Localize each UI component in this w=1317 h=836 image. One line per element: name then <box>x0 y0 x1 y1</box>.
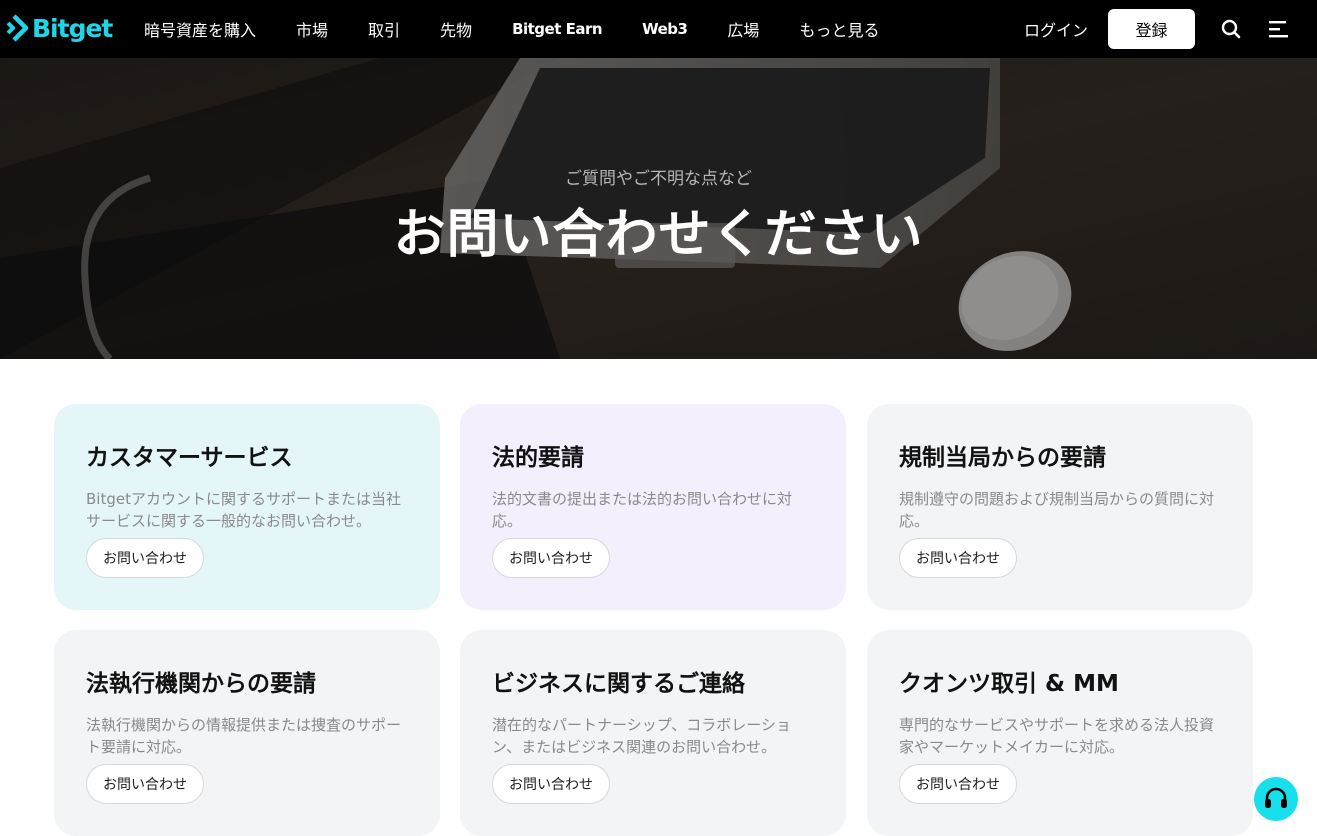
search-icon <box>1221 19 1241 39</box>
card-description: 規制遵守の問題および規制当局からの質問に対応。 <box>899 490 1215 530</box>
contact-button[interactable]: お問い合わせ <box>899 764 1017 804</box>
nav-square[interactable]: 広場 <box>727 17 759 41</box>
logo-text: Bitget <box>32 13 113 43</box>
card-title: 法執行機関からの要請 <box>86 671 316 697</box>
bitget-logo-icon <box>6 14 29 42</box>
nav-futures[interactable]: 先物 <box>440 17 472 41</box>
contact-button[interactable]: お問い合わせ <box>86 538 204 578</box>
nav-more[interactable]: もっと見る <box>799 17 879 41</box>
nav-web3[interactable]: Web3 <box>642 20 688 38</box>
register-button[interactable]: 登録 <box>1108 9 1195 49</box>
hero-banner: ご質問やご不明な点など お問い合わせください <box>0 58 1317 359</box>
card-quant-trading-mm: クオンツ取引 & MM 専門的なサービスやサポートを求める法人投資家やマーケット… <box>867 630 1253 836</box>
contact-button[interactable]: お問い合わせ <box>492 764 610 804</box>
card-title: 法的要請 <box>492 445 584 471</box>
card-law-enforcement-request: 法執行機関からの要請 法執行機関からの情報提供または捜査のサポート要請に対応。 … <box>54 630 440 836</box>
card-business-contact: ビジネスに関するご連絡 潜在的なパートナーシップ、コラボレーション、またはビジネ… <box>460 630 846 836</box>
nav-markets[interactable]: 市場 <box>296 17 328 41</box>
hero-subtitle: ご質問やご不明な点など <box>565 169 752 189</box>
contact-button[interactable]: お問い合わせ <box>86 764 204 804</box>
support-chat-button[interactable] <box>1254 777 1298 821</box>
top-navigation-bar: Bitget 暗号資産を購入 市場 取引 先物 Bitget Earn Web3… <box>0 0 1317 58</box>
headset-icon <box>1265 787 1287 808</box>
bitget-logo[interactable]: Bitget <box>6 12 113 44</box>
nav-trade[interactable]: 取引 <box>368 17 400 41</box>
header-actions: ログイン 登録 <box>1024 0 1317 58</box>
login-link[interactable]: ログイン <box>1024 17 1088 41</box>
nav-bitget-earn[interactable]: Bitget Earn <box>512 20 603 38</box>
card-regulator-request: 規制当局からの要請 規制遵守の問題および規制当局からの質問に対応。 お問い合わせ <box>867 404 1253 610</box>
search-button[interactable] <box>1219 17 1243 41</box>
contact-button[interactable]: お問い合わせ <box>899 538 1017 578</box>
card-legal-request: 法的要請 法的文書の提出または法的お問い合わせに対応。 お問い合わせ <box>460 404 846 610</box>
card-title: クオンツ取引 & MM <box>899 671 1119 697</box>
card-description: 潜在的なパートナーシップ、コラボレーション、またはビジネス関連のお問い合わせ。 <box>492 716 791 756</box>
card-description: 法的文書の提出または法的お問い合わせに対応。 <box>492 490 793 530</box>
card-title: カスタマーサービス <box>86 445 293 471</box>
card-title: ビジネスに関するご連絡 <box>492 671 745 697</box>
card-description: 法執行機関からの情報提供または捜査のサポート要請に対応。 <box>86 716 402 756</box>
menu-button[interactable] <box>1267 17 1291 41</box>
card-description: 専門的なサービスやサポートを求める法人投資家やマーケットメイカーに対応。 <box>899 716 1215 756</box>
nav-buy-crypto[interactable]: 暗号資産を購入 <box>144 17 256 41</box>
card-customer-service: カスタマーサービス Bitgetアカウントに関するサポートまたは当社サービスに関… <box>54 404 440 610</box>
card-description: Bitgetアカウントに関するサポートまたは当社サービスに関する一般的なお問い合… <box>86 490 401 530</box>
hero-title: お問い合わせください <box>393 205 924 265</box>
card-title: 規制当局からの要請 <box>899 445 1106 471</box>
menu-icon <box>1269 21 1288 38</box>
contact-button[interactable]: お問い合わせ <box>492 538 610 578</box>
main-nav: 暗号資産を購入 市場 取引 先物 Bitget Earn Web3 広場 もっと… <box>144 0 919 58</box>
